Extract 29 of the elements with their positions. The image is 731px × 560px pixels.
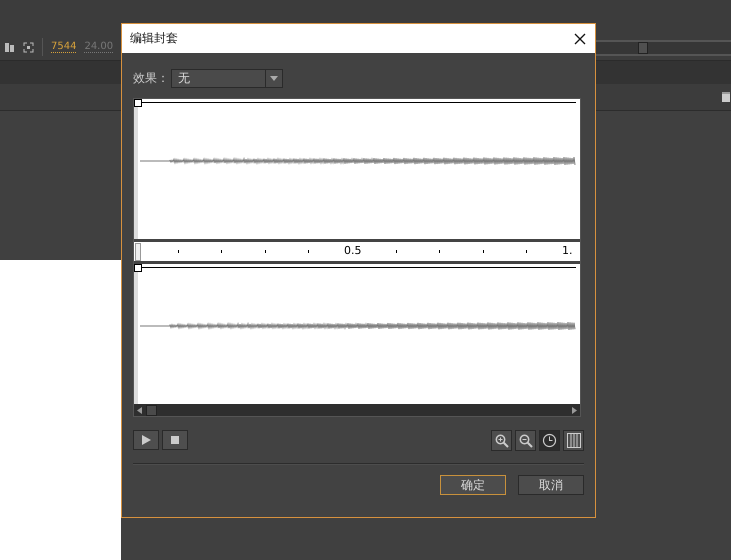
clip-icon[interactable] bbox=[5, 42, 15, 53]
stop-button[interactable] bbox=[162, 430, 188, 450]
frame-icon[interactable] bbox=[23, 42, 34, 53]
scrollbar-thumb[interactable] bbox=[146, 404, 157, 416]
right-arrow-icon[interactable] bbox=[572, 406, 577, 414]
clapper-icon[interactable] bbox=[722, 92, 730, 102]
frames-button[interactable] bbox=[563, 430, 584, 451]
envelope-handle[interactable] bbox=[134, 99, 142, 107]
frame-number[interactable]: 7544 bbox=[51, 41, 76, 54]
dialog-title: 编辑封套 bbox=[130, 30, 178, 47]
ruler-label: 0.5 bbox=[344, 244, 362, 257]
effect-label: 效果： bbox=[133, 70, 169, 87]
horizontal-scrollbar[interactable] bbox=[134, 404, 580, 416]
play-button[interactable] bbox=[133, 430, 159, 450]
ruler-label: 1. bbox=[562, 244, 572, 257]
play-icon bbox=[141, 435, 151, 445]
left-arrow-icon[interactable] bbox=[137, 406, 142, 414]
cancel-button[interactable]: 取消 bbox=[518, 475, 584, 495]
zoom-out-button[interactable] bbox=[515, 430, 536, 451]
effect-dropdown[interactable]: 无 bbox=[171, 69, 283, 88]
close-icon[interactable] bbox=[574, 32, 586, 44]
stop-icon bbox=[171, 436, 179, 444]
seconds-button[interactable] bbox=[539, 430, 560, 451]
envelope-handle[interactable] bbox=[134, 264, 142, 272]
caret-icon bbox=[270, 76, 278, 81]
playhead-handle[interactable] bbox=[135, 243, 141, 261]
timeline-thumb[interactable] bbox=[638, 42, 648, 54]
ok-button[interactable]: 确定 bbox=[440, 475, 506, 495]
zoom-in-button[interactable] bbox=[491, 430, 512, 451]
